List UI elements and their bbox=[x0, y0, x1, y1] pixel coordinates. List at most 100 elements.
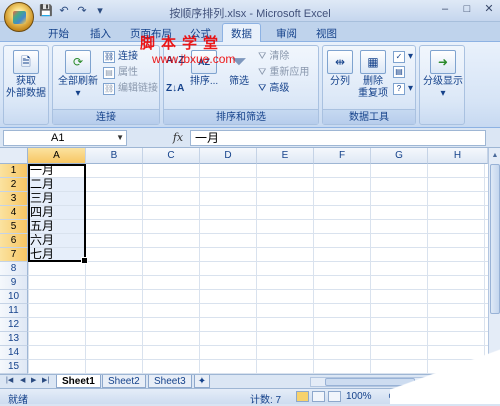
cell-a4[interactable]: 四月 bbox=[28, 206, 86, 220]
tab-data[interactable]: 数据 bbox=[222, 23, 261, 43]
horizontal-scrollbar[interactable] bbox=[310, 377, 488, 387]
last-sheet-icon[interactable]: ▶| bbox=[42, 376, 49, 384]
row-header[interactable]: 5 bbox=[0, 220, 28, 234]
next-sheet-icon[interactable]: ▶ bbox=[31, 376, 36, 384]
minimize-button[interactable]: – bbox=[434, 0, 456, 18]
outline-arrow-icon: ➜ bbox=[430, 50, 456, 74]
row-header[interactable]: 1 bbox=[0, 164, 28, 178]
normal-view-icon[interactable] bbox=[296, 391, 309, 402]
zoom-slider[interactable] bbox=[402, 392, 462, 402]
close-button[interactable]: ✕ bbox=[478, 0, 500, 18]
row-header[interactable]: 6 bbox=[0, 234, 28, 248]
outline-dropdown-icon: ▾ bbox=[440, 88, 446, 99]
database-icon: 🗎 bbox=[13, 50, 39, 74]
window-title: 按顺序排列.xlsx - Microsoft Excel bbox=[169, 8, 331, 20]
sort-za-button[interactable]: Z↓A bbox=[166, 82, 184, 96]
chevron-down-icon[interactable]: ▼ bbox=[116, 131, 124, 145]
tab-home[interactable]: 开始 bbox=[48, 26, 69, 41]
sheet-tab-sheet1[interactable]: Sheet1 bbox=[56, 375, 101, 388]
tab-review[interactable]: 审阅 bbox=[276, 26, 297, 41]
connections-icon: ⛓ bbox=[103, 51, 115, 63]
remove-duplicates-button[interactable]: ▦ 删除 重复项 bbox=[357, 50, 389, 100]
office-logo-icon bbox=[13, 11, 26, 24]
zoom-in-icon[interactable]: ⊕ bbox=[466, 391, 474, 402]
consolidate-button[interactable]: ▤ bbox=[393, 66, 405, 78]
row-header[interactable]: 14 bbox=[0, 346, 28, 360]
scroll-up-icon[interactable]: ▲ bbox=[490, 150, 500, 162]
scroll-down-icon[interactable]: ▼ bbox=[490, 360, 500, 372]
row-header[interactable]: 12 bbox=[0, 318, 28, 332]
worksheet-grid[interactable]: A B C D E F G H 1 2 3 4 5 6 7 8 9 10 11 … bbox=[0, 148, 488, 374]
vertical-scrollbar[interactable]: ▲ ▼ bbox=[488, 148, 500, 374]
reapply-button[interactable]: ⛛ 重新应用 bbox=[258, 66, 309, 80]
row-header[interactable]: 4 bbox=[0, 206, 28, 220]
cell-a1[interactable]: 一月 bbox=[28, 164, 86, 178]
cell-a3[interactable]: 三月 bbox=[28, 192, 86, 206]
data-validation-button[interactable]: ✓ ▾ bbox=[393, 50, 413, 64]
advanced-button[interactable]: ⛛ 高级 bbox=[258, 82, 289, 96]
insert-sheet-icon[interactable]: ✦ bbox=[194, 375, 210, 388]
text-to-columns-icon: ⇹ bbox=[327, 50, 353, 74]
get-external-data-button[interactable]: 🗎 获取 外部数据 bbox=[6, 50, 46, 100]
properties-icon: ▤ bbox=[103, 67, 115, 79]
column-header-h[interactable]: H bbox=[428, 148, 488, 164]
clear-filter-icon: ⛛ bbox=[258, 51, 267, 62]
row-header[interactable]: 11 bbox=[0, 304, 28, 318]
column-header-e[interactable]: E bbox=[257, 148, 314, 164]
page-break-view-icon[interactable] bbox=[328, 391, 341, 402]
edit-links-button[interactable]: ⛓ 编辑链接 bbox=[103, 82, 158, 96]
column-header-f[interactable]: F bbox=[314, 148, 371, 164]
maximize-button[interactable]: □ bbox=[456, 0, 478, 18]
properties-button[interactable]: ▤ 属性 bbox=[103, 66, 138, 80]
first-sheet-icon[interactable]: |◀ bbox=[6, 376, 13, 384]
row-header[interactable]: 15 bbox=[0, 360, 28, 374]
row-header[interactable]: 13 bbox=[0, 332, 28, 346]
select-all-corner[interactable] bbox=[0, 148, 28, 164]
column-header-d[interactable]: D bbox=[200, 148, 257, 164]
clear-button[interactable]: ⛛ 清除 bbox=[258, 50, 289, 64]
row-header[interactable]: 9 bbox=[0, 276, 28, 290]
refresh-all-button[interactable]: ⟳ 全部刷新 ▾ bbox=[55, 50, 101, 100]
row-header[interactable]: 2 bbox=[0, 178, 28, 192]
cell-area[interactable] bbox=[28, 164, 488, 374]
tab-view[interactable]: 视图 bbox=[316, 26, 337, 41]
column-header-g[interactable]: G bbox=[371, 148, 428, 164]
sheet-tab-sheet2[interactable]: Sheet2 bbox=[102, 375, 146, 388]
column-header-c[interactable]: C bbox=[143, 148, 200, 164]
group-label: 排序和筛选 bbox=[164, 109, 318, 124]
prev-sheet-icon[interactable]: ◀ bbox=[20, 376, 25, 384]
group-connections: ⟳ 全部刷新 ▾ ⛓ 连接 ▤ 属性 ⛓ 编辑链接 连接 bbox=[52, 45, 160, 125]
row-header[interactable]: 7 bbox=[0, 248, 28, 262]
column-header-a[interactable]: A bbox=[28, 148, 86, 164]
group-label: 连接 bbox=[53, 109, 159, 124]
what-if-button[interactable]: ? ▾ bbox=[393, 82, 413, 96]
zoom-out-icon[interactable]: ⊖ bbox=[388, 391, 396, 402]
name-box[interactable]: A1 ▼ bbox=[3, 130, 127, 146]
insert-function-icon[interactable]: fx bbox=[168, 130, 188, 146]
office-button[interactable] bbox=[4, 2, 34, 32]
outline-button[interactable]: ➜ 分级显示 ▾ bbox=[422, 50, 464, 100]
column-header-b[interactable]: B bbox=[86, 148, 143, 164]
reapply-icon: ⛛ bbox=[258, 67, 267, 78]
row-header[interactable]: 3 bbox=[0, 192, 28, 206]
row-header[interactable]: 8 bbox=[0, 262, 28, 276]
cell-a7[interactable]: 七月 bbox=[28, 248, 86, 262]
formula-input[interactable]: 一月 bbox=[190, 130, 486, 146]
page-layout-view-icon[interactable] bbox=[312, 391, 325, 402]
cell-a6[interactable]: 六月 bbox=[28, 234, 86, 248]
watermark-url: www.jbxue.com bbox=[152, 52, 236, 66]
cell-a2[interactable]: 二月 bbox=[28, 178, 86, 192]
group-label: 数据工具 bbox=[323, 109, 415, 124]
formula-bar: A1 ▼ fx 一月 bbox=[0, 128, 500, 148]
cell-a5[interactable]: 五月 bbox=[28, 220, 86, 234]
advanced-filter-icon: ⛛ bbox=[258, 83, 267, 94]
status-bar: 就绪 计数: 7 100% ⊖ ⊕ bbox=[0, 388, 500, 406]
horizontal-scroll-thumb[interactable] bbox=[325, 378, 415, 386]
zoom-level[interactable]: 100% bbox=[346, 391, 372, 402]
connections-button[interactable]: ⛓ 连接 bbox=[103, 50, 138, 64]
text-to-columns-button[interactable]: ⇹ 分列 bbox=[325, 50, 355, 88]
sheet-tab-sheet3[interactable]: Sheet3 bbox=[148, 375, 192, 388]
tab-insert[interactable]: 插入 bbox=[90, 26, 111, 41]
row-header[interactable]: 10 bbox=[0, 290, 28, 304]
scroll-thumb[interactable] bbox=[490, 164, 500, 314]
